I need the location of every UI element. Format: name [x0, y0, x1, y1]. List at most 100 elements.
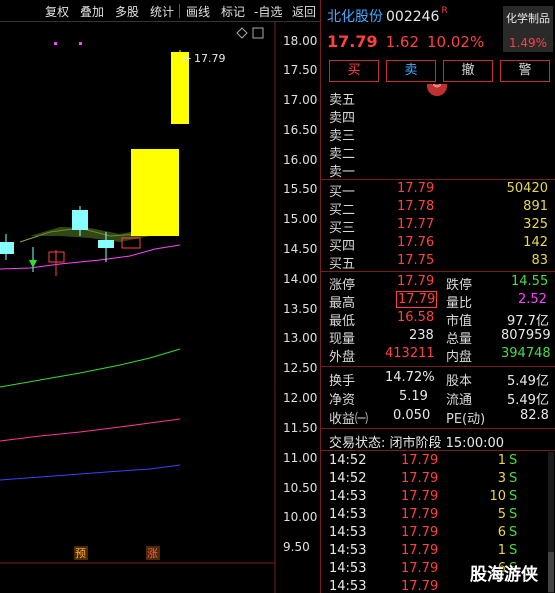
bid-price: 17.79 [397, 181, 435, 196]
tick-side: S [509, 525, 518, 540]
high-label: 最高 [329, 296, 356, 311]
ask-row: 卖四 [321, 106, 555, 126]
cancel-order-button[interactable]: 撤 [443, 60, 493, 82]
toolbar-overlay-button[interactable]: 叠加 [80, 3, 104, 20]
toolbar-remove-watchlist-button[interactable]: -自选 [254, 3, 282, 20]
net-asset-label: 净资 [329, 393, 356, 408]
ask-row: 卖五 [321, 88, 555, 108]
kline-chart[interactable]: 18.00 17.50 17.00 16.50 16.00 15.50 15.0… [0, 22, 320, 593]
eps-label: 收益㈠ [329, 412, 369, 427]
forecast-event-marker[interactable]: 预 [75, 547, 86, 560]
tick-volume: 1 [497, 453, 506, 468]
price-axis-label: 16.00 [283, 153, 317, 167]
bid-row[interactable]: 买三 17.77 325 [321, 216, 555, 236]
candle [0, 242, 14, 254]
ma-line-pink [0, 418, 181, 442]
bid-row[interactable]: 买五 17.75 83 [321, 252, 555, 272]
price-axis-label: 10.00 [283, 510, 317, 524]
toolbar-mark-button[interactable]: 标记 [221, 3, 245, 20]
buy-button[interactable]: 买 [329, 60, 379, 82]
stock-name[interactable]: 北化股份 [327, 9, 383, 25]
sector-box[interactable]: 化学制品 1.49% [503, 6, 553, 52]
limit-down-label: 跌停 [446, 278, 473, 293]
price-axis-label: 15.50 [283, 182, 317, 196]
toolbar-restore-rights-button[interactable]: 复权 [45, 3, 69, 20]
pe-label: PE(动) [446, 412, 486, 427]
tick-price: 17.79 [401, 471, 439, 486]
toolbar-separator [179, 4, 180, 18]
tick-time: 14:53 [329, 543, 367, 558]
sell-button[interactable]: 卖 [386, 60, 436, 82]
bid-volume: 891 [523, 199, 548, 214]
tick-side: S [509, 543, 518, 558]
candles [0, 50, 189, 276]
ma-line-green [0, 348, 181, 388]
chart-toolbar: 复权 叠加 多股 统计 画线 标记 -自选 返回 [0, 0, 320, 22]
price-axis-label: 15.00 [283, 212, 317, 226]
outer-volume-label: 外盘 [329, 350, 356, 365]
price-axis-label: 16.50 [283, 123, 317, 137]
margin-flag: R [441, 6, 448, 16]
toolbar-multi-stock-button[interactable]: 多股 [115, 3, 139, 20]
bid-volume: 142 [523, 235, 548, 250]
total-volume-value: 807959 [501, 328, 551, 343]
tick-row: 14:53 17.79 5 S [321, 506, 555, 524]
scrollbar-thumb[interactable] [548, 552, 554, 592]
price-change: 1.62 [385, 33, 420, 51]
price-axis-label: 12.00 [283, 391, 317, 405]
outer-volume-value: 413211 [385, 346, 435, 361]
volume-ratio-value: 2.52 [518, 292, 547, 307]
signal-dot [54, 42, 57, 45]
quote-panel: 北化股份 002246 R 化学制品 1.49% 17.79 1.62 10.02% 买… [320, 0, 555, 593]
tick-price: 17.79 [401, 561, 439, 576]
limit-down-value: 14.55 [511, 274, 549, 289]
tick-volume: 10 [489, 489, 506, 504]
toolbar-draw-line-button[interactable]: 画线 [186, 3, 210, 20]
tick-time: 14:52 [329, 453, 367, 468]
divider [321, 366, 555, 367]
limit-up-value: 17.79 [397, 274, 435, 289]
bid-row[interactable]: 买四 17.76 142 [321, 234, 555, 254]
high-price-marker: ← [182, 52, 191, 65]
diamond-icon[interactable] [236, 27, 248, 39]
tick-row: 14:53 17.79 1 S [321, 542, 555, 560]
price-axis-label: 13.50 [283, 302, 317, 316]
current-volume-label: 现量 [329, 332, 356, 347]
window-box-icon[interactable] [252, 27, 264, 39]
watermark-text: 股海游侠 [470, 565, 538, 585]
trade-actions: 买 卖 撤 警 [327, 60, 552, 82]
kline-chart-svg[interactable]: 18.00 17.50 17.00 16.50 16.00 15.50 15.0… [0, 22, 320, 593]
signal-dot [79, 42, 82, 45]
tick-volume: 3 [497, 471, 506, 486]
tick-time: 14:53 [329, 579, 367, 593]
tick-time: 14:53 [329, 489, 367, 504]
toolbar-back-button[interactable]: 返回 [292, 3, 316, 20]
tick-row: 14:52 17.79 1 S [321, 452, 555, 470]
candle [72, 210, 88, 230]
ask-row: 卖一 [321, 160, 555, 180]
float-value: 5.49亿 [507, 393, 549, 408]
tick-volume: 5 [497, 507, 506, 522]
tick-time: 14:53 [329, 525, 367, 540]
low-label: 最低 [329, 314, 356, 329]
tick-price: 17.79 [401, 507, 439, 522]
price-axis-label: 13.00 [283, 331, 317, 345]
tick-time: 14:53 [329, 507, 367, 522]
bid-row[interactable]: 买一 17.79 50420 [321, 180, 555, 200]
share-capital-value: 5.49亿 [507, 374, 549, 389]
volume-ratio-label: 量比 [446, 296, 473, 311]
trade-status: 交易状态: 闭市阶段 15:00:00 [329, 436, 505, 451]
price-axis-label: 11.00 [283, 451, 317, 465]
pe-value: 82.8 [520, 408, 549, 423]
limit-up-event-marker[interactable]: 涨 [147, 547, 158, 560]
alert-button[interactable]: 警 [500, 60, 550, 82]
limit-up-candle [131, 149, 179, 236]
price-change-pct: 10.02% [427, 33, 485, 51]
ticks-scrollbar[interactable] [548, 452, 554, 593]
float-label: 流通 [446, 393, 473, 408]
ma5-line [0, 244, 181, 270]
bid-row[interactable]: 买二 17.78 891 [321, 198, 555, 218]
toolbar-statistics-button[interactable]: 统计 [150, 3, 174, 20]
quote-line: 17.79 1.62 10.02% [327, 32, 492, 51]
eps-value: 0.050 [393, 408, 431, 423]
